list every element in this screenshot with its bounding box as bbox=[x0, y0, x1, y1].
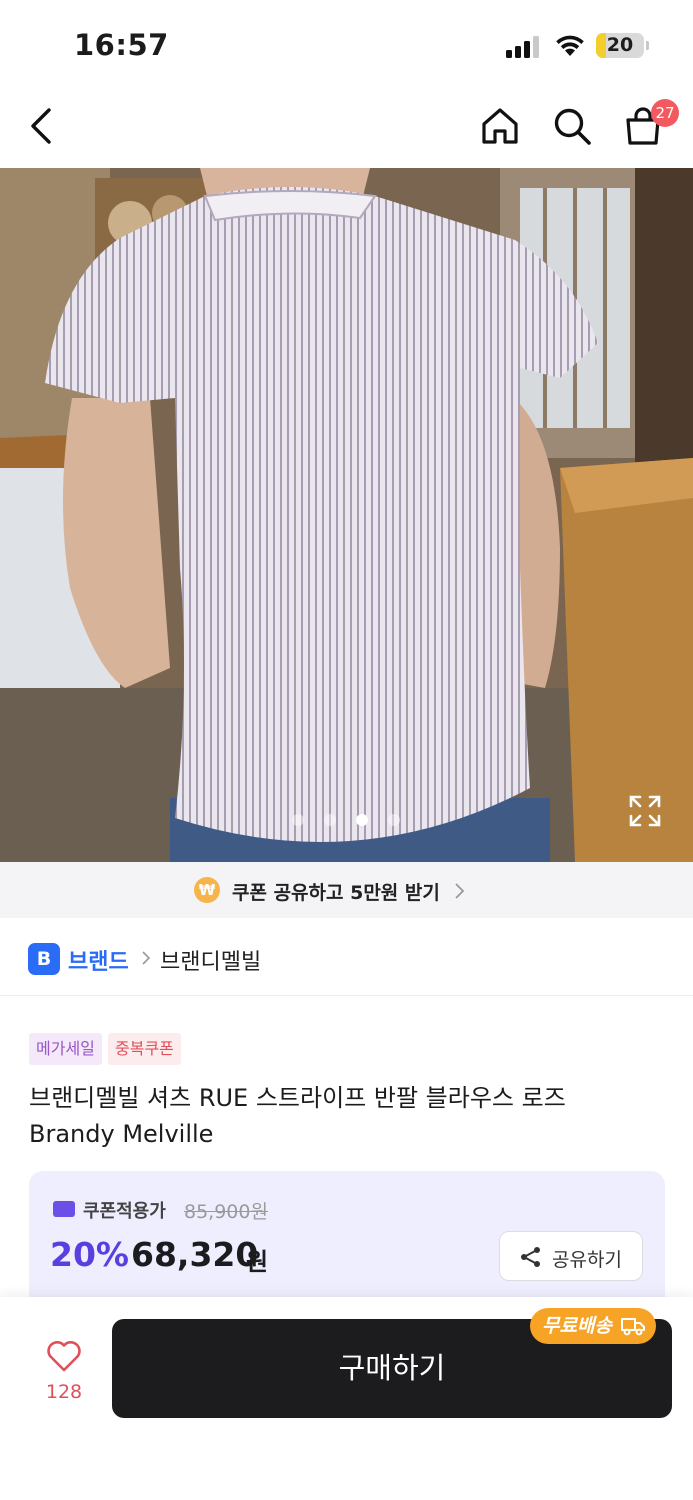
share-button[interactable]: 공유하기 bbox=[499, 1231, 643, 1281]
brand-breadcrumb[interactable]: B 브랜드 브랜디멜빌 bbox=[0, 918, 693, 996]
chevron-right-icon bbox=[455, 883, 465, 899]
truck-icon bbox=[620, 1318, 645, 1336]
product-image-gallery[interactable] bbox=[0, 168, 693, 862]
product-photo bbox=[0, 168, 693, 862]
won-coin-icon: ₩ bbox=[194, 877, 220, 903]
purchase-bar: 128 구매하기 무료배송 bbox=[0, 1297, 693, 1500]
product-title-line2: Brandy Melville bbox=[29, 1120, 214, 1148]
coupon-icon bbox=[53, 1201, 75, 1217]
back-icon[interactable] bbox=[20, 104, 64, 148]
brand-badge-icon: B bbox=[28, 943, 60, 975]
battery-level: 20 bbox=[606, 34, 634, 56]
original-price: 85,900원 bbox=[184, 1201, 268, 1223]
signal-icon bbox=[506, 34, 542, 58]
pagination-dot bbox=[324, 814, 336, 826]
free-shipping-label: 무료배송 bbox=[542, 1315, 612, 1337]
discount-percent: 20% bbox=[50, 1235, 129, 1274]
battery-cap bbox=[646, 41, 649, 50]
free-shipping-badge: 무료배송 bbox=[530, 1308, 656, 1344]
coupon-banner-text: 쿠폰 공유하고 5만원 받기 bbox=[232, 882, 440, 904]
gallery-pagination bbox=[290, 814, 410, 828]
coupon-price-label: 쿠폰적용가 bbox=[83, 1201, 166, 1222]
pagination-dot-active bbox=[356, 814, 368, 826]
status-time: 16:57 bbox=[74, 28, 169, 62]
tag-mega-sale: 메가세일 bbox=[29, 1033, 102, 1065]
brand-name[interactable]: 브랜디멜빌 bbox=[160, 944, 261, 976]
top-nav bbox=[0, 88, 693, 168]
like-button[interactable]: 128 bbox=[40, 1339, 88, 1409]
status-bar: 16:57 20 bbox=[0, 0, 693, 88]
battery-indicator: 20 bbox=[596, 33, 644, 58]
heart-icon bbox=[47, 1341, 81, 1372]
expand-icon[interactable] bbox=[628, 794, 662, 828]
search-icon[interactable] bbox=[550, 104, 594, 148]
tag-duplicate-coupon: 중복쿠폰 bbox=[108, 1033, 181, 1065]
share-label: 공유하기 bbox=[552, 1249, 622, 1271]
product-title: 브랜디멜빌 셔츠 RUE 스트라이프 반팔 블라우스 로즈 Brandy Mel… bbox=[29, 1080, 669, 1152]
pagination-dot bbox=[388, 814, 400, 826]
chevron-right-icon bbox=[142, 951, 151, 965]
brand-label[interactable]: 브랜드 bbox=[68, 944, 129, 976]
cart-count-badge: 27 bbox=[651, 99, 679, 127]
product-title-line1: 브랜디멜빌 셔츠 RUE 스트라이프 반팔 블라우스 로즈 bbox=[29, 1084, 566, 1112]
like-count: 128 bbox=[45, 1381, 83, 1403]
home-icon[interactable] bbox=[478, 104, 522, 148]
pagination-dot bbox=[292, 814, 304, 826]
sale-price: 68,320 bbox=[131, 1235, 259, 1274]
coupon-share-banner[interactable]: ₩ 쿠폰 공유하고 5만원 받기 bbox=[0, 862, 693, 918]
price-unit: 원 bbox=[246, 1248, 269, 1276]
share-icon bbox=[521, 1247, 540, 1267]
wifi-icon bbox=[556, 35, 584, 56]
